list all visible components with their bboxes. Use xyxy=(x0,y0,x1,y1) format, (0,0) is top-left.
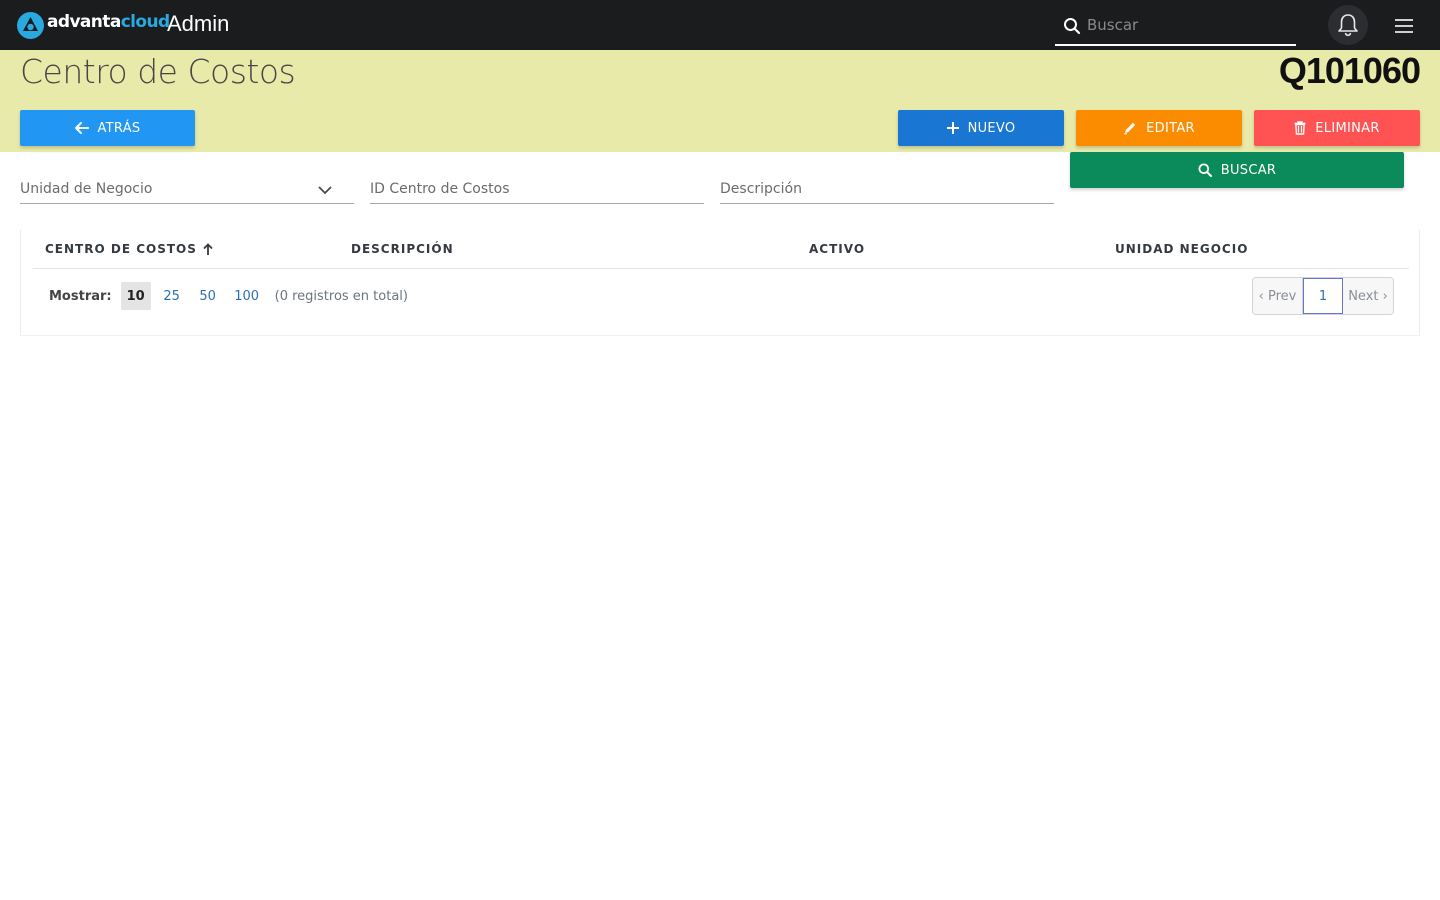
chevron-down-icon[interactable] xyxy=(318,186,332,195)
record-code: Q101060 xyxy=(1278,50,1421,91)
back-button-label: ATRÁS xyxy=(97,120,141,136)
search-button-label: BUSCAR xyxy=(1220,162,1277,178)
column-header-cost-center[interactable]: CENTRO DE COSTOS xyxy=(45,242,213,256)
brand-name[interactable]: advantacloud xyxy=(47,12,170,32)
new-button-label: NUEVO xyxy=(967,120,1016,136)
page-size-50[interactable]: 50 xyxy=(193,282,223,310)
table-header: CENTRO DE COSTOS DESCRIPCIÓN ACTIVO UNID… xyxy=(33,230,1409,269)
business-unit-input[interactable] xyxy=(20,176,354,202)
page-size-10[interactable]: 10 xyxy=(120,282,151,310)
bell-icon xyxy=(1338,14,1358,37)
prev-page-button[interactable]: ‹ Prev xyxy=(1253,278,1303,314)
trash-icon xyxy=(1294,121,1306,135)
back-button[interactable]: ATRÁS xyxy=(20,110,195,146)
pagination: ‹ Prev 1 Next › xyxy=(1252,277,1394,315)
hamburger-menu-icon xyxy=(1395,19,1413,33)
column-header-active[interactable]: ACTIVO xyxy=(809,242,865,256)
page-title: Centro de Costos xyxy=(20,52,296,91)
show-label: Mostrar: xyxy=(49,288,112,304)
arrow-up-icon xyxy=(203,242,213,255)
page-size-100[interactable]: 100 xyxy=(229,282,265,310)
results-table: CENTRO DE COSTOS DESCRIPCIÓN ACTIVO UNID… xyxy=(20,230,1420,336)
column-header-description[interactable]: DESCRIPCIÓN xyxy=(351,242,454,256)
plus-icon xyxy=(946,122,959,134)
notifications-button[interactable] xyxy=(1328,5,1368,45)
search-icon xyxy=(1198,163,1212,177)
column-header-business-unit[interactable]: UNIDAD NEGOCIO xyxy=(1115,242,1248,256)
total-records: (0 registros en total) xyxy=(274,288,408,304)
page-size-selector: Mostrar: 10 25 50 100 (0 registros en to… xyxy=(49,282,408,310)
top-navbar: advantacloud Admin xyxy=(0,0,1440,50)
main-menu-button[interactable] xyxy=(1392,14,1416,38)
new-button[interactable]: NUEVO xyxy=(898,110,1064,146)
search-icon xyxy=(1064,18,1081,35)
global-search xyxy=(1055,8,1296,46)
delete-button[interactable]: ELIMINAR xyxy=(1254,110,1420,146)
column-header-cost-center-label: CENTRO DE COSTOS xyxy=(45,242,197,256)
next-page-button[interactable]: Next › xyxy=(1343,278,1393,314)
pencil-icon xyxy=(1124,122,1136,135)
business-unit-select[interactable] xyxy=(20,176,354,204)
search-input[interactable] xyxy=(1087,12,1287,38)
page-size-25[interactable]: 25 xyxy=(157,282,187,310)
app-title: Admin xyxy=(167,11,230,36)
description-input[interactable] xyxy=(720,176,1054,202)
brand-name-part2: cloud xyxy=(120,12,170,32)
edit-button-label: EDITAR xyxy=(1146,120,1195,136)
delete-button-label: ELIMINAR xyxy=(1315,120,1380,136)
cost-center-id-input[interactable] xyxy=(370,176,704,202)
search-button[interactable]: BUSCAR xyxy=(1070,152,1404,188)
description-field[interactable] xyxy=(720,176,1054,204)
arrow-left-icon xyxy=(74,122,89,134)
cost-center-id-field[interactable] xyxy=(370,176,704,204)
page-number-1[interactable]: 1 xyxy=(1303,278,1343,314)
edit-button[interactable]: EDITAR xyxy=(1076,110,1242,146)
advantacloud-logo-icon[interactable] xyxy=(16,11,45,40)
brand-name-part1: advanta xyxy=(47,12,121,32)
